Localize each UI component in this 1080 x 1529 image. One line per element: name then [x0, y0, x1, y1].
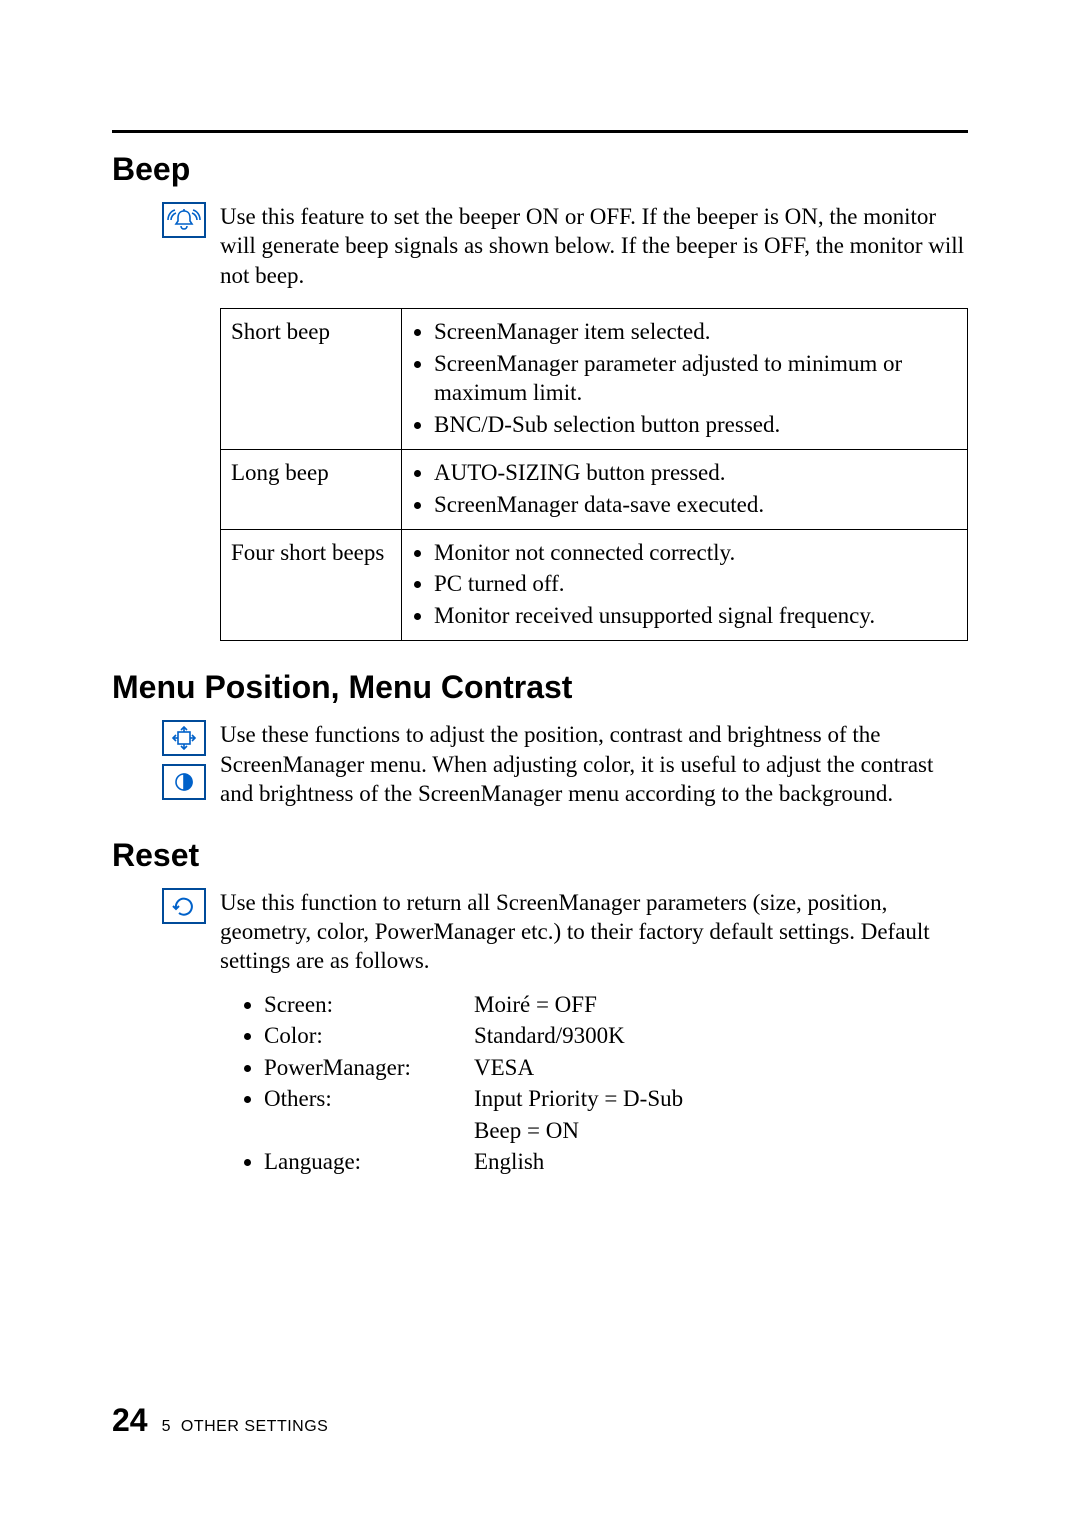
list-item: Language: English	[264, 1147, 968, 1176]
menu-icon-col	[112, 720, 220, 800]
top-rule	[112, 130, 968, 133]
list-item: PC turned off.	[434, 569, 957, 598]
position-icon	[167, 726, 201, 750]
default-label: Others:	[264, 1084, 474, 1113]
menu-contrast-icon	[162, 764, 206, 800]
section-reset: Reset Use this function to return al	[112, 837, 968, 1179]
default-value: Moiré = OFF	[474, 990, 597, 1019]
section-beep: Beep	[112, 151, 968, 641]
list-item: Color: Standard/9300K	[264, 1021, 968, 1050]
beep-icon-col	[112, 202, 220, 238]
footer-chapter-num: 5	[162, 1418, 171, 1435]
list-item: Monitor not connected correctly.	[434, 538, 957, 567]
heading-menu: Menu Position, Menu Contrast	[112, 669, 968, 706]
heading-reset: Reset	[112, 837, 968, 874]
menu-body: Use these functions to adjust the positi…	[220, 720, 968, 808]
list-item: BNC/D-Sub selection button pressed.	[434, 410, 957, 439]
menu-intro: Use these functions to adjust the positi…	[220, 720, 968, 808]
beep-row-items: ScreenManager item selected. ScreenManag…	[402, 309, 968, 450]
default-value: VESA	[474, 1053, 534, 1082]
list-item: PowerManager: VESA	[264, 1053, 968, 1082]
list-item: ScreenManager item selected.	[434, 317, 957, 346]
table-row: Short beep ScreenManager item selected. …	[221, 309, 968, 450]
section-menu: Menu Position, Menu Contrast	[112, 669, 968, 808]
default-label	[264, 1116, 474, 1145]
default-label: PowerManager:	[264, 1053, 474, 1082]
default-label: Language:	[264, 1147, 474, 1176]
beep-intro: Use this feature to set the beeper ON or…	[220, 202, 968, 290]
default-label: Screen:	[264, 990, 474, 1019]
footer: 24 5 OTHER SETTINGS	[112, 1402, 328, 1439]
contrast-icon	[167, 770, 201, 794]
heading-beep: Beep	[112, 151, 968, 188]
list-item: Beep = ON	[264, 1116, 968, 1145]
reset-icon	[162, 888, 206, 924]
list-item: Monitor received unsupported signal freq…	[434, 601, 957, 630]
list-item: Others: Input Priority = D-Sub	[264, 1084, 968, 1113]
table-row: Four short beeps Monitor not connected c…	[221, 529, 968, 640]
reset-defaults-list: Screen: Moiré = OFF Color: Standard/9300…	[220, 990, 968, 1177]
beep-body: Use this feature to set the beeper ON or…	[220, 202, 968, 641]
footer-chapter-title: OTHER SETTINGS	[181, 1418, 328, 1435]
table-row: Long beep AUTO-SIZING button pressed. Sc…	[221, 450, 968, 530]
beep-row-label: Long beep	[221, 450, 402, 530]
footer-chapter: 5 OTHER SETTINGS	[162, 1418, 329, 1436]
beep-table: Short beep ScreenManager item selected. …	[220, 308, 968, 641]
list-item: ScreenManager data-save executed.	[434, 490, 957, 519]
default-value: Beep = ON	[474, 1116, 579, 1145]
list-item: ScreenManager parameter adjusted to mini…	[434, 349, 957, 408]
default-label: Color:	[264, 1021, 474, 1050]
beep-icon	[162, 202, 206, 238]
reset-row: Use this function to return all ScreenMa…	[112, 888, 968, 1179]
beep-row-label: Four short beeps	[221, 529, 402, 640]
reset-icon-col	[112, 888, 220, 924]
page: Beep	[0, 0, 1080, 1529]
reset-intro: Use this function to return all ScreenMa…	[220, 888, 968, 976]
list-item: Screen: Moiré = OFF	[264, 990, 968, 1019]
beep-row-items: Monitor not connected correctly. PC turn…	[402, 529, 968, 640]
bell-icon	[167, 208, 201, 232]
default-value: Input Priority = D-Sub	[474, 1084, 683, 1113]
page-number: 24	[112, 1402, 148, 1439]
list-item: AUTO-SIZING button pressed.	[434, 458, 957, 487]
reset-body: Use this function to return all ScreenMa…	[220, 888, 968, 1179]
beep-row-label: Short beep	[221, 309, 402, 450]
default-value: Standard/9300K	[474, 1021, 625, 1050]
menu-position-icon	[162, 720, 206, 756]
beep-row-items: AUTO-SIZING button pressed. ScreenManage…	[402, 450, 968, 530]
default-value: English	[474, 1147, 544, 1176]
recycle-icon	[167, 894, 201, 918]
beep-row: Use this feature to set the beeper ON or…	[112, 202, 968, 641]
menu-row: Use these functions to adjust the positi…	[112, 720, 968, 808]
